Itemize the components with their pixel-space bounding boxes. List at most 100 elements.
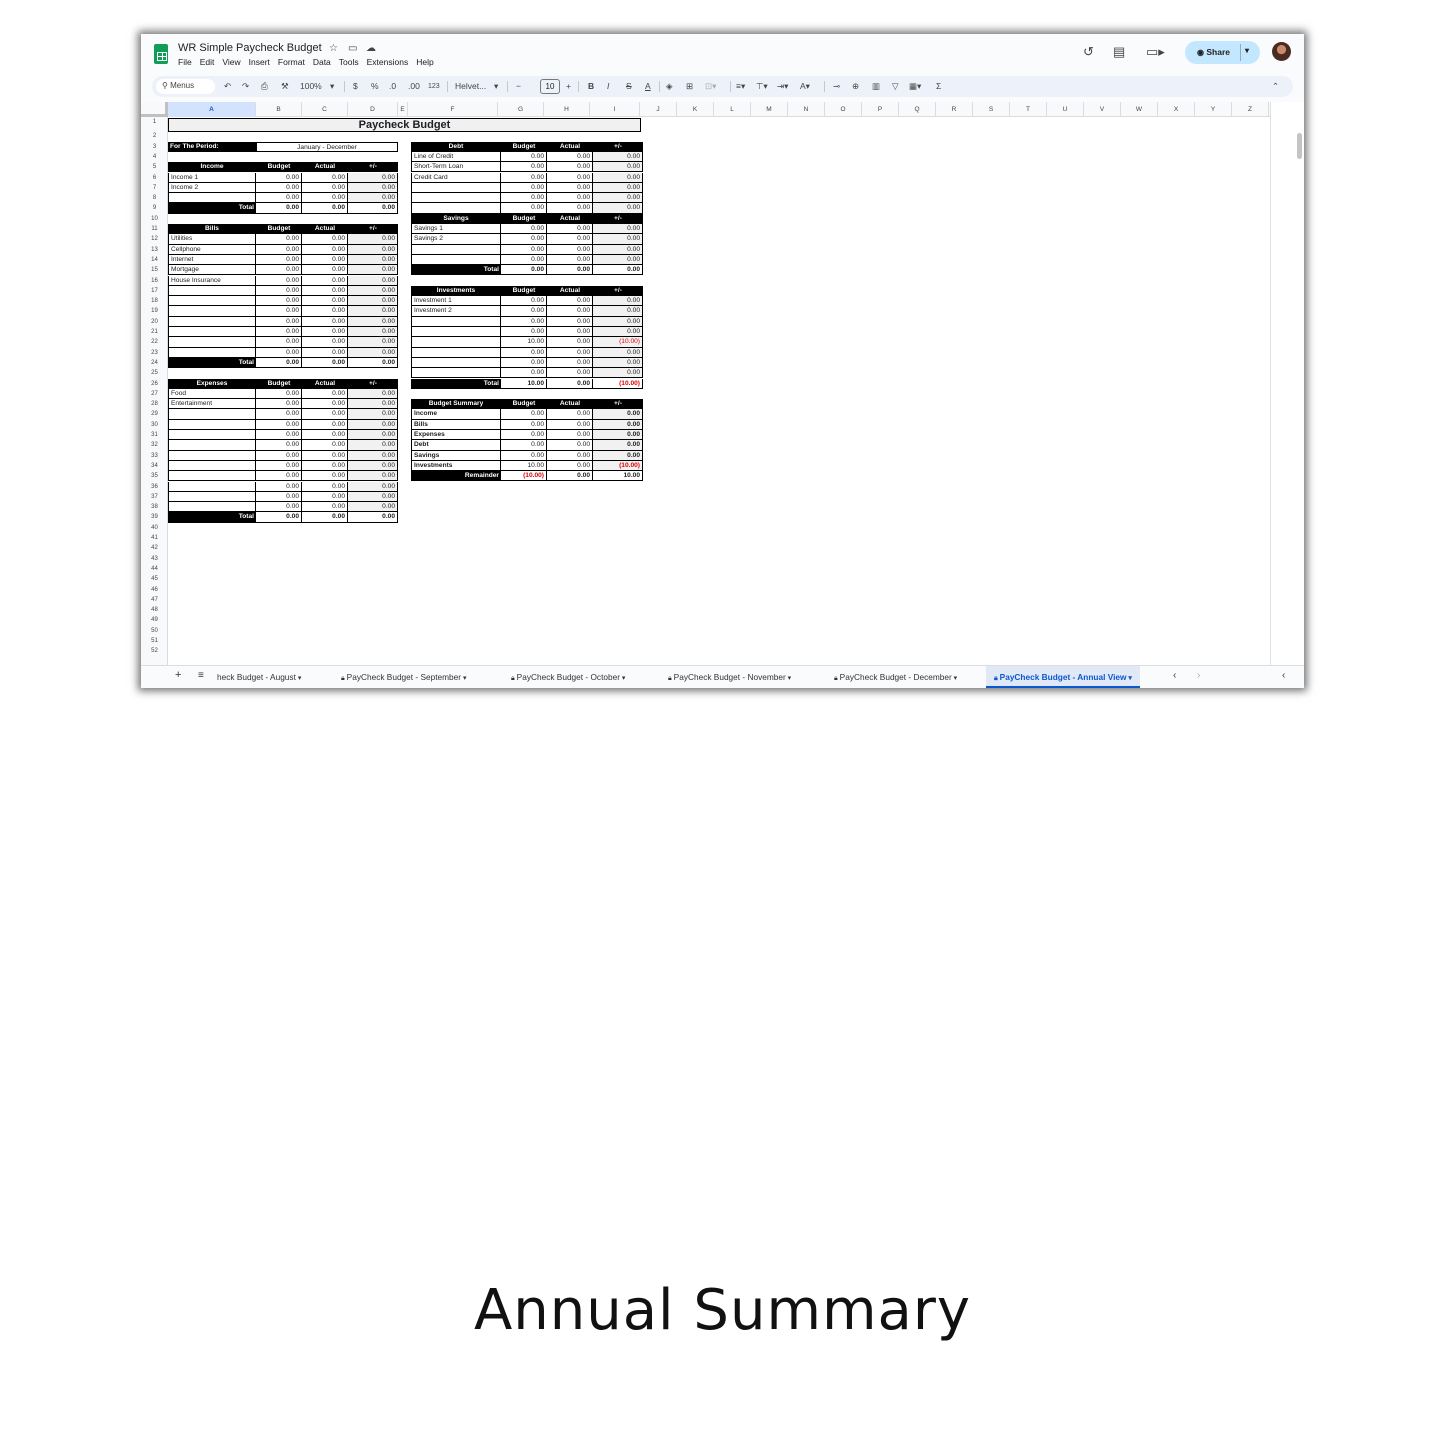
actual-cell[interactable]: 0.00 xyxy=(302,193,348,204)
budget-cell[interactable]: 0.00 xyxy=(256,471,302,482)
column-header-b[interactable]: B xyxy=(256,102,302,117)
paint-format-icon[interactable]: ⚒ xyxy=(281,81,289,92)
bills-row-label[interactable]: Mortgage xyxy=(168,265,256,276)
row-header[interactable]: 40 xyxy=(141,523,168,533)
investments-row-label[interactable] xyxy=(411,316,501,327)
diff-cell[interactable]: 0.00 xyxy=(348,327,398,338)
diff-cell[interactable]: 0.00 xyxy=(348,491,398,503)
vertical-scrollbar[interactable] xyxy=(1270,102,1304,688)
row-header[interactable]: 27 xyxy=(141,389,168,399)
bills-row-label[interactable] xyxy=(168,285,256,297)
column-header-t[interactable]: T xyxy=(1010,102,1047,117)
actual-cell[interactable]: 0.00 xyxy=(302,440,348,451)
row-header[interactable]: 36 xyxy=(141,482,168,492)
row-header[interactable]: 28 xyxy=(141,399,168,409)
sheet-title-cell[interactable]: Paycheck Budget xyxy=(168,118,641,132)
row-header[interactable]: 9 xyxy=(141,203,168,213)
diff-cell[interactable]: (10.00) xyxy=(593,337,643,348)
column-header-w[interactable]: W xyxy=(1121,102,1158,117)
budget-cell[interactable]: 0.00 xyxy=(501,182,547,194)
expenses-row-label[interactable] xyxy=(168,460,256,472)
row-header[interactable]: 48 xyxy=(141,605,168,615)
actual-cell[interactable]: 0.00 xyxy=(547,306,593,317)
sheet-tab[interactable]: 🔒︎ PayCheck Budget - December ▾ xyxy=(826,666,965,688)
investments-row-label[interactable]: Investment 2 xyxy=(411,306,501,317)
budget-cell[interactable]: 0.00 xyxy=(256,337,302,348)
investments-row-label[interactable] xyxy=(411,337,501,348)
diff-cell[interactable]: 0.00 xyxy=(348,440,398,451)
diff-cell[interactable]: 0.00 xyxy=(348,450,398,461)
debt-row-label[interactable]: Line of Credit xyxy=(411,151,501,163)
column-header-p[interactable]: P xyxy=(862,102,899,117)
budget-cell[interactable]: 0.00 xyxy=(256,409,302,420)
budget-cell[interactable]: 0.00 xyxy=(256,388,302,400)
budget-cell[interactable]: 0.00 xyxy=(256,265,302,276)
italic-button[interactable]: I xyxy=(607,81,609,92)
budget-cell[interactable]: 0.00 xyxy=(501,296,547,307)
budget-cell[interactable]: 0.00 xyxy=(501,419,547,430)
diff-cell[interactable]: 0.00 xyxy=(593,254,643,266)
budget-cell[interactable]: 0.00 xyxy=(256,347,302,358)
menu-item-tools[interactable]: Tools xyxy=(339,57,359,67)
actual-cell[interactable]: 0.00 xyxy=(302,337,348,348)
insert-comment-icon[interactable]: ⊕ xyxy=(852,81,859,92)
row-header[interactable]: 31 xyxy=(141,430,168,440)
budget-cell[interactable]: 0.00 xyxy=(501,306,547,317)
budget-cell[interactable]: 0.00 xyxy=(256,182,302,194)
diff-cell[interactable]: 0.00 xyxy=(348,388,398,400)
budget-cell[interactable]: 0.00 xyxy=(256,327,302,338)
budget-cell[interactable]: 0.00 xyxy=(501,440,547,451)
row-header[interactable]: 45 xyxy=(141,574,168,584)
budget-cell[interactable]: 0.00 xyxy=(501,450,547,461)
expenses-row-label[interactable] xyxy=(168,419,256,430)
chevron-down-icon[interactable]: ▾ xyxy=(461,675,467,682)
budget-cell[interactable]: 0.00 xyxy=(501,193,547,204)
row-header[interactable]: 41 xyxy=(141,533,168,543)
row-header[interactable]: 32 xyxy=(141,440,168,450)
align-vertical-icon[interactable]: ⊤▾ xyxy=(756,81,768,92)
chevron-down-icon[interactable]: ▾ xyxy=(1126,675,1132,682)
diff-cell[interactable]: 0.00 xyxy=(348,316,398,327)
expenses-row-label[interactable] xyxy=(168,481,256,492)
font-size-increase-button[interactable]: + xyxy=(566,81,571,92)
side-panel-toggle-icon[interactable]: ‹ xyxy=(1282,666,1285,688)
summary-row-label[interactable]: Savings xyxy=(411,450,501,461)
diff-cell[interactable]: 0.00 xyxy=(348,265,398,276)
actual-cell[interactable]: 0.00 xyxy=(302,450,348,461)
expenses-row-label[interactable]: Food xyxy=(168,388,256,400)
chevron-down-icon[interactable]: ▾ xyxy=(296,675,302,682)
bills-row-label[interactable]: Utilities xyxy=(168,234,256,245)
actual-cell[interactable]: 0.00 xyxy=(547,172,593,183)
filter-views-icon[interactable]: ▦▾ xyxy=(909,81,921,92)
expenses-row-label[interactable] xyxy=(168,471,256,482)
diff-cell[interactable]: 0.00 xyxy=(348,275,398,286)
row-header[interactable]: 21 xyxy=(141,327,168,337)
filter-icon[interactable]: ▽ xyxy=(892,81,899,92)
document-title[interactable]: WR Simple Paycheck Budget xyxy=(178,42,322,54)
summary-row-label[interactable]: Expenses xyxy=(411,430,501,441)
chevron-down-icon[interactable]: ▾ xyxy=(620,675,626,682)
diff-cell[interactable]: 0.00 xyxy=(593,234,643,245)
income-row-label[interactable]: Income 1 xyxy=(168,172,256,183)
budget-cell[interactable]: 0.00 xyxy=(256,234,302,245)
budget-cell[interactable]: 0.00 xyxy=(501,316,547,327)
income-total-cell[interactable]: 0.00 xyxy=(348,203,398,214)
column-header-d[interactable]: D xyxy=(348,102,398,117)
text-rotate-icon[interactable]: A▾ xyxy=(800,81,810,92)
row-header[interactable]: 37 xyxy=(141,492,168,502)
savings-row-label[interactable]: Savings 1 xyxy=(411,224,501,235)
diff-cell[interactable]: 0.00 xyxy=(593,450,643,461)
diff-cell[interactable]: 0.00 xyxy=(593,172,643,183)
actual-cell[interactable]: 0.00 xyxy=(302,409,348,420)
version-history-icon[interactable]: ↺ xyxy=(1083,44,1094,60)
row-header[interactable]: 30 xyxy=(141,420,168,430)
row-header[interactable]: 5 xyxy=(141,162,168,172)
column-header-c[interactable]: C xyxy=(302,102,348,117)
summary-total-cell[interactable]: 10.00 xyxy=(593,471,643,482)
row-header[interactable]: 24 xyxy=(141,358,168,368)
row-header[interactable]: 18 xyxy=(141,296,168,306)
share-button[interactable]: ◉ Share ▾ xyxy=(1185,41,1260,64)
budget-cell[interactable]: 0.00 xyxy=(501,327,547,338)
actual-cell[interactable]: 0.00 xyxy=(302,430,348,441)
budget-cell[interactable]: 0.00 xyxy=(256,481,302,492)
